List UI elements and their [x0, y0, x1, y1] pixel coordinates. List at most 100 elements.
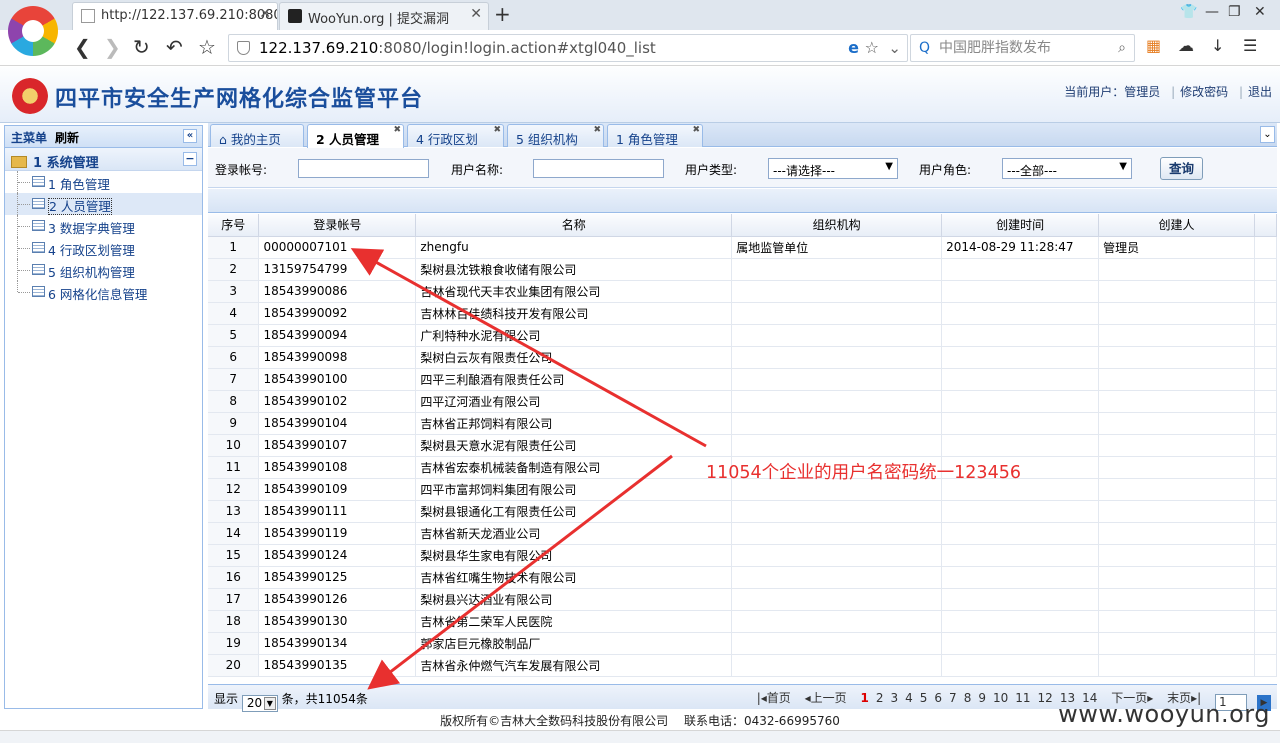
- tab-regions[interactable]: 4 行政区划 ✖: [407, 124, 504, 147]
- table-row[interactable]: 3 18543990086 吉林省现代天丰农业集团有限公司: [208, 280, 1277, 303]
- table-row[interactable]: 13 18543990111 梨树县银通化工有限责任公司: [208, 500, 1277, 523]
- forward-icon[interactable]: ❯: [104, 35, 121, 59]
- page-number-link[interactable]: 9: [978, 691, 986, 705]
- browser-logo[interactable]: [8, 6, 58, 56]
- table-row[interactable]: 14 18543990119 吉林省新天龙酒业公司: [208, 522, 1277, 545]
- close-window-button[interactable]: ✕: [1254, 4, 1266, 20]
- column-header[interactable]: 序号: [208, 214, 260, 237]
- dropdown-icon[interactable]: ⌄: [888, 35, 901, 61]
- table-cell: [941, 302, 1100, 325]
- table-row[interactable]: 17 18543990126 梨树县兴达酒业有限公司: [208, 588, 1277, 611]
- table-cell: 18543990126: [258, 588, 417, 611]
- page-number-link[interactable]: 5: [920, 691, 928, 705]
- undo-icon[interactable]: ↶: [166, 35, 183, 59]
- browser-tab-1[interactable]: http://122.137.69.210:8080 ✕: [72, 2, 278, 30]
- column-header[interactable]: 组织机构: [731, 214, 943, 237]
- ie-mode-icon[interactable]: e: [848, 35, 859, 61]
- status-bar: [0, 730, 1280, 743]
- minimize-button[interactable]: —: [1205, 4, 1219, 20]
- table-row[interactable]: 1 00000007101 zhengfu 属地监管单位 2014-08-29 11:2…: [208, 236, 1277, 259]
- shirt-icon[interactable]: 👕: [1180, 4, 1197, 20]
- maximize-button[interactable]: ❐: [1228, 4, 1241, 20]
- sidebar-item-grid-info[interactable]: 6 网格化信息管理: [5, 281, 202, 303]
- table-row[interactable]: 19 18543990134 郭家店巨元橡胶制品厂: [208, 632, 1277, 655]
- sidebar-item-dictionary[interactable]: 3 数据字典管理: [5, 215, 202, 237]
- close-tab-icon[interactable]: ✖: [692, 125, 700, 135]
- user-role-select[interactable]: ---全部--- ▼: [1002, 158, 1132, 179]
- browser-tab-bar: http://122.137.69.210:8080 ✕ WooYun.org …: [0, 0, 1280, 30]
- table-cell: [941, 258, 1100, 281]
- bookmark-star-icon[interactable]: ☆: [198, 35, 216, 59]
- sidebar-item-users[interactable]: 2 人员管理: [5, 193, 202, 215]
- table-row[interactable]: 7 18543990100 四平三利酿酒有限责任公司: [208, 368, 1277, 391]
- close-tab-icon[interactable]: ✖: [593, 125, 601, 135]
- browser-search-input[interactable]: Q 中国肥胖指数发布 ⌕: [910, 34, 1135, 62]
- page-number-link[interactable]: 11: [1015, 691, 1030, 705]
- tab-organizations[interactable]: 5 组织机构 ✖: [507, 124, 604, 147]
- apps-grid-icon[interactable]: ▦: [1146, 36, 1161, 55]
- page-number-link[interactable]: 2: [876, 691, 884, 705]
- table-row[interactable]: 18 18543990130 吉林省第二荣军人民医院: [208, 610, 1277, 633]
- tab-menu-icon[interactable]: ⌄: [1260, 126, 1275, 143]
- collapse-group-icon[interactable]: −: [183, 152, 197, 166]
- table-cell: [731, 280, 943, 303]
- page-number-link[interactable]: 4: [905, 691, 913, 705]
- close-tab-icon[interactable]: ✕: [470, 6, 482, 22]
- menu-icon[interactable]: ☰: [1243, 36, 1257, 55]
- column-header[interactable]: 名称: [415, 214, 733, 237]
- back-icon[interactable]: ❮: [74, 35, 91, 59]
- url-input[interactable]: 122.137.69.210:8080/login!login.action#x…: [228, 34, 908, 62]
- first-page-link[interactable]: |◂首页: [757, 691, 791, 705]
- page-number-link[interactable]: 6: [934, 691, 942, 705]
- page-number-link[interactable]: 1: [860, 691, 868, 705]
- logout-link[interactable]: | 退出: [1239, 85, 1272, 99]
- account-input[interactable]: [298, 159, 429, 178]
- browser-tab-2[interactable]: WooYun.org | 提交漏洞 ✕: [279, 2, 489, 30]
- close-tab-icon[interactable]: ✕: [259, 6, 271, 22]
- table-row[interactable]: 15 18543990124 梨树县华生家电有限公司: [208, 544, 1277, 567]
- prev-page-link[interactable]: ◂上一页: [805, 691, 847, 705]
- column-header[interactable]: 创建人: [1098, 214, 1255, 237]
- search-icon[interactable]: ⌕: [1118, 35, 1126, 61]
- sidebar-group-system[interactable]: 1 系统管理 −: [5, 148, 202, 171]
- favorite-star-icon[interactable]: ☆: [865, 35, 879, 61]
- table-cell: 18543990125: [258, 566, 417, 589]
- sidebar-item-roles[interactable]: 1 角色管理: [5, 171, 202, 193]
- table-row[interactable]: 6 18543990098 梨树白云灰有限责任公司: [208, 346, 1277, 369]
- tab-home[interactable]: ⌂ 我的主页: [210, 124, 304, 147]
- table-row[interactable]: 16 18543990125 吉林省红嘴生物技术有限公司: [208, 566, 1277, 589]
- page-number-link[interactable]: 7: [949, 691, 957, 705]
- column-header[interactable]: 创建时间: [941, 214, 1100, 237]
- refresh-link[interactable]: 刷新: [55, 131, 79, 145]
- table-row[interactable]: 8 18543990102 四平辽河酒业有限公司: [208, 390, 1277, 413]
- table-row[interactable]: 4 18543990092 吉林林百佳绩科技开发有限公司: [208, 302, 1277, 325]
- sidebar-item-regions[interactable]: 4 行政区划管理: [5, 237, 202, 259]
- query-button[interactable]: 查询: [1160, 157, 1203, 180]
- reload-icon[interactable]: ↻: [133, 35, 150, 59]
- table-cell: [731, 544, 943, 567]
- table-cell: 17: [208, 588, 260, 611]
- cloud-icon[interactable]: ☁: [1178, 36, 1194, 55]
- page-number-link[interactable]: 8: [964, 691, 972, 705]
- close-tab-icon[interactable]: ✖: [493, 125, 501, 135]
- change-password-link[interactable]: | 修改密码: [1171, 85, 1228, 99]
- page-number-link[interactable]: 12: [1038, 691, 1053, 705]
- table-row[interactable]: 20 18543990135 吉林省永仲燃气汽车发展有限公司: [208, 654, 1277, 677]
- sidebar-item-organizations[interactable]: 5 组织机构管理: [5, 259, 202, 281]
- table-row[interactable]: 5 18543990094 广利特种水泥有限公司: [208, 324, 1277, 347]
- download-icon[interactable]: ↓: [1211, 36, 1224, 55]
- tab-users[interactable]: 2 人员管理 ✖: [307, 124, 404, 148]
- username-input[interactable]: [533, 159, 664, 178]
- new-tab-button[interactable]: +: [494, 2, 511, 26]
- table-row[interactable]: 10 18543990107 梨树县天意水泥有限责任公司: [208, 434, 1277, 457]
- page-number-link[interactable]: 3: [890, 691, 898, 705]
- user-type-select[interactable]: ---请选择--- ▼: [768, 158, 898, 179]
- collapse-sidebar-icon[interactable]: «: [183, 129, 197, 143]
- table-row[interactable]: 2 13159754799 梨树县沈铁粮食收储有限公司: [208, 258, 1277, 281]
- table-cell: 18543990100: [258, 368, 417, 391]
- tab-roles[interactable]: 1 角色管理 ✖: [607, 124, 703, 147]
- table-row[interactable]: 9 18543990104 吉林省正邦饲料有限公司: [208, 412, 1277, 435]
- close-tab-icon[interactable]: ✖: [393, 125, 401, 135]
- column-header[interactable]: 登录帐号: [258, 214, 417, 237]
- page-number-link[interactable]: 10: [993, 691, 1008, 705]
